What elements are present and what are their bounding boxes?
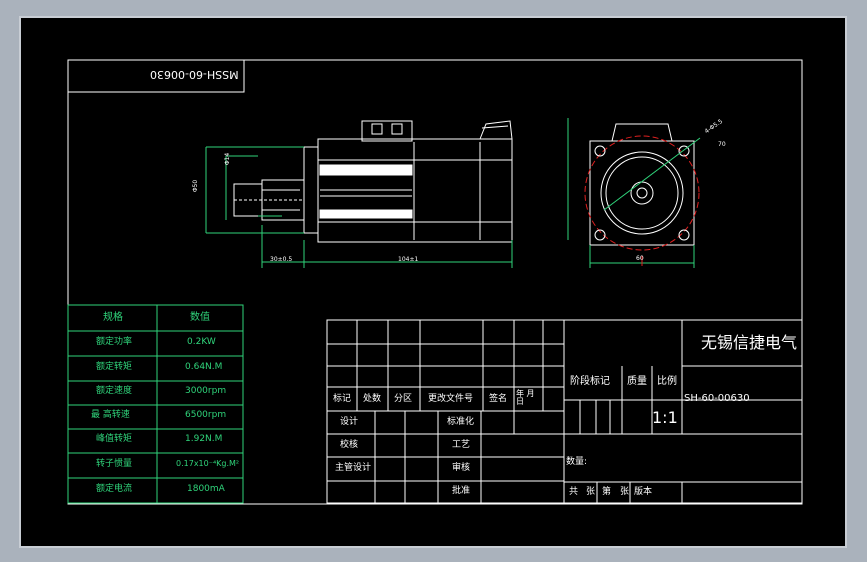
rev-header: 更改文件号 <box>428 394 474 404</box>
rev-header: 分区 <box>394 394 413 404</box>
drawing-area <box>19 16 847 548</box>
sheet-text: 张 <box>586 487 596 497</box>
stage-header: 阶段标记 <box>570 376 610 387</box>
stage-header: 比例 <box>657 376 677 387</box>
spec-row-name: 峰值转矩 <box>96 434 133 444</box>
dim-shaft-length: 30±0.5 <box>270 256 293 263</box>
spec-row-value: 6500rpm <box>185 410 227 420</box>
version-label: 版本 <box>634 487 653 497</box>
spec-row-name: 额定转矩 <box>96 362 133 372</box>
cad-drawing-canvas <box>19 16 847 548</box>
dim-flange: Φ50 <box>192 179 200 193</box>
spec-row-value: 1.92N.M <box>185 434 223 444</box>
rotated-code-label: MSSH-60-00630 <box>150 68 239 81</box>
weight-label: 数量: <box>566 457 588 467</box>
spec-header-name: 规格 <box>103 312 123 323</box>
dim-pcd: 70 <box>718 141 726 148</box>
sheet-text: 第 <box>602 487 612 497</box>
rev-header: 标记 <box>333 394 352 404</box>
sign-role: 标准化 <box>447 417 475 427</box>
spec-header-value: 数值 <box>190 312 210 323</box>
sign-role: 设计 <box>340 417 359 427</box>
spec-row-name: 额定功率 <box>96 337 133 347</box>
sheet-text: 张 <box>620 487 630 497</box>
spec-row-name: 最 高转速 <box>91 410 130 420</box>
dim-length-total: 104±1 <box>398 256 419 263</box>
stage-header: 质量 <box>627 376 647 387</box>
spec-row-value: 0.17x10⁻⁴Kg.M² <box>176 459 240 468</box>
dim-frame-size: 60 <box>636 255 644 262</box>
rev-header: 年 月 日 <box>516 389 535 406</box>
sheet-text: 共 <box>569 487 579 497</box>
sign-role: 工艺 <box>452 440 471 450</box>
spec-row-value: 0.2KW <box>187 337 216 347</box>
spec-row-name: 额定电流 <box>96 484 133 494</box>
spec-row-name: 额定速度 <box>96 386 133 396</box>
scale-value: 1:1 <box>652 408 678 427</box>
sign-role: 主管设计 <box>335 463 372 473</box>
rev-header: 签名 <box>489 394 508 404</box>
spec-row-value: 0.64N.M <box>185 362 223 372</box>
company-name: 无锡信捷电气 <box>701 333 798 352</box>
spec-row-value: 3000rpm <box>185 386 227 396</box>
spec-row-value: 1800mA <box>187 484 225 494</box>
sign-role: 批准 <box>452 486 471 496</box>
rev-header: 处数 <box>363 394 382 404</box>
dim-shaft-d: Φ14 <box>224 152 232 166</box>
spec-row-name: 转子惯量 <box>96 459 133 469</box>
sign-role: 审核 <box>452 463 471 473</box>
drawing-number: SH-60-00630 <box>684 393 750 404</box>
sign-role: 校核 <box>340 440 359 450</box>
